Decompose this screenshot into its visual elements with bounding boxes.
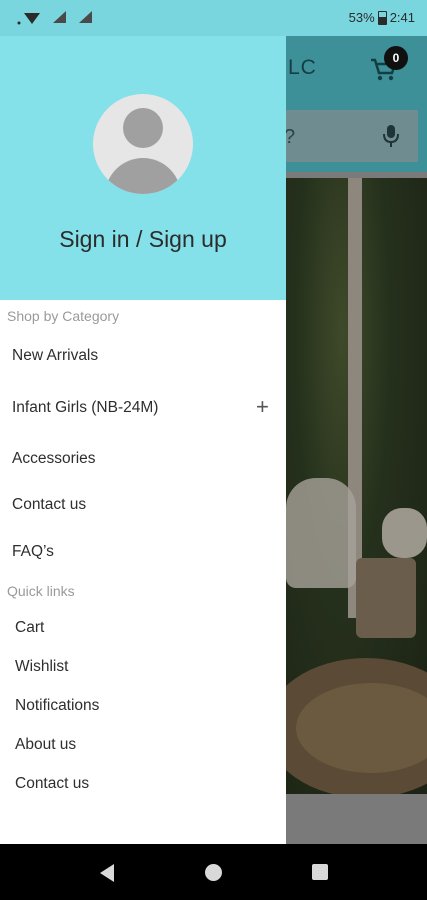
status-bar: 53% 2:41 (0, 0, 427, 36)
expand-plus-icon[interactable]: + (256, 396, 269, 418)
cart-badge: 0 (384, 46, 408, 70)
quick-links-heading: Quick links (7, 583, 75, 599)
mic-icon[interactable] (382, 124, 400, 153)
signal-icon (78, 10, 94, 26)
battery-icon (377, 10, 387, 25)
shop-by-category-heading: Shop by Category (7, 308, 120, 324)
quick-link-contact-us[interactable]: Contact us (15, 775, 89, 793)
avatar-icon[interactable] (93, 94, 193, 194)
sign-in-link[interactable]: Sign in / Sign up (0, 226, 286, 253)
system-nav-bar (0, 844, 427, 900)
signal-icon (52, 10, 68, 26)
navigation-drawer: Sign in / Sign up Shop by Category New A… (0, 36, 286, 844)
app-title: LC (288, 56, 317, 79)
category-infant-girls[interactable]: Infant Girls (NB-24M) (12, 399, 158, 417)
category-contact-us[interactable]: Contact us (12, 496, 86, 514)
category-accessories[interactable]: Accessories (12, 450, 96, 468)
recents-icon[interactable] (312, 864, 328, 880)
category-faqs[interactable]: FAQ’s (12, 543, 54, 561)
battery-percent: 53% (348, 10, 375, 25)
back-icon[interactable] (98, 863, 116, 888)
quick-link-notifications[interactable]: Notifications (15, 697, 99, 715)
wifi-icon (16, 10, 42, 26)
hero-image (286, 178, 427, 794)
clock: 2:41 (389, 10, 415, 25)
drawer-header: Sign in / Sign up (0, 36, 286, 300)
home-icon[interactable] (205, 864, 222, 881)
quick-link-wishlist[interactable]: Wishlist (15, 658, 68, 676)
quick-link-cart[interactable]: Cart (15, 619, 44, 637)
category-new-arrivals[interactable]: New Arrivals (12, 347, 98, 365)
quick-link-about-us[interactable]: About us (15, 736, 76, 754)
